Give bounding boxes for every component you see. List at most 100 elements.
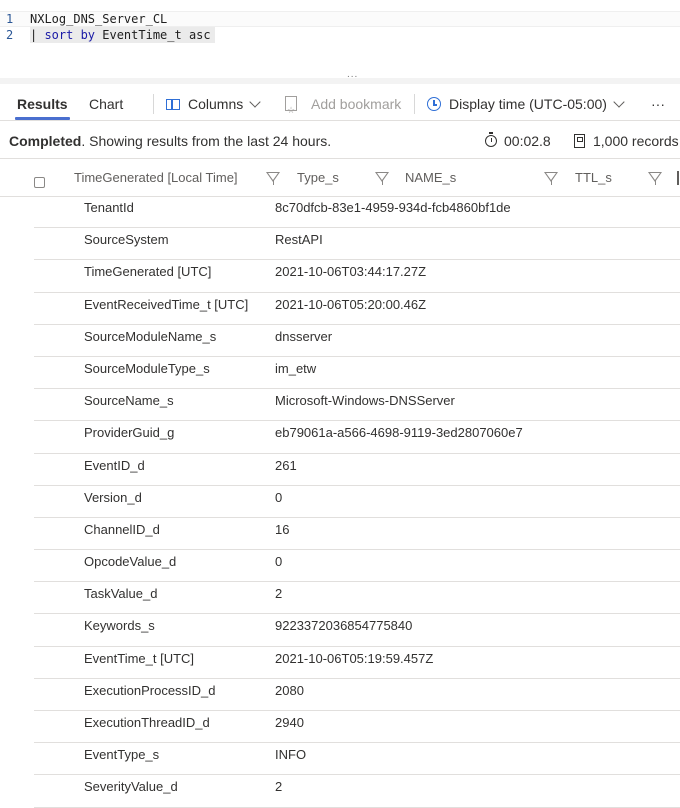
code-text: NXLog_DNS_Server_CL: [30, 12, 168, 26]
detail-row[interactable]: ExecutionThreadID_d 2940: [34, 711, 680, 744]
field-value[interactable]: 9223372036854775840: [275, 614, 412, 637]
query-editor[interactable]: 1 NXLog_DNS_Server_CL 2 | sort by EventT…: [0, 0, 680, 78]
duration-value: 00:02.8: [504, 133, 551, 149]
field-name: ChannelID_d: [84, 521, 160, 537]
record-detail-list: TenantId 8c70dfcb-83e1-4959-934d-fcb4860b…: [34, 196, 680, 808]
keyword: sort by: [44, 28, 96, 42]
field-value[interactable]: 16: [275, 518, 289, 541]
truncated-column-header: [677, 171, 679, 185]
detail-row[interactable]: SourceName_s Microsoft-Windows-DNSServer: [34, 389, 680, 422]
field-value[interactable]: im_etw: [275, 357, 316, 380]
detail-row[interactable]: Keywords_s 9223372036854775840: [34, 614, 680, 647]
field-value[interactable]: 2080: [275, 679, 304, 702]
bookmark-icon: [285, 94, 297, 126]
field-value[interactable]: RestAPI: [275, 228, 323, 251]
status-completed: Completed: [9, 133, 82, 149]
filter-icon-stem: [273, 180, 275, 185]
detail-row[interactable]: ExecutionProcessID_d 2080: [34, 679, 680, 711]
filter-icon-stem: [551, 180, 553, 185]
stopwatch-icon: [485, 132, 497, 147]
field-value[interactable]: 0: [275, 486, 282, 509]
results-toolbar: Results Chart Columns Add bookmark Displ…: [0, 88, 680, 126]
clock-icon: [427, 97, 441, 111]
field-name: SourceName_s: [84, 393, 174, 409]
grid-header: TimeGenerated [Local Time] Type_s NAME_s…: [0, 160, 680, 197]
detail-row[interactable]: SourceModuleName_s dnsserver: [34, 325, 680, 357]
field-name: Version_d: [84, 489, 142, 505]
toolbar-divider: [153, 94, 154, 114]
status-detail: . Showing results from the last 24 hours…: [81, 133, 332, 149]
display-time-label: Display time (UTC-05:00): [449, 96, 607, 112]
record-count: 1,000 records: [574, 124, 679, 158]
code-line-1[interactable]: 1 NXLog_DNS_Server_CL: [0, 11, 680, 27]
detail-row[interactable]: EventType_s INFO: [34, 743, 680, 776]
field-value[interactable]: 261: [275, 454, 297, 477]
tab-chart[interactable]: Chart: [89, 88, 123, 118]
detail-row[interactable]: EventTime_t [UTC] 2021-10-06T05:19:59.457…: [34, 647, 680, 679]
detail-row[interactable]: SourceModuleType_s im_etw: [34, 357, 680, 390]
code-text: | sort by EventTime_t asc: [30, 27, 215, 43]
field-name: ExecutionThreadID_d: [84, 715, 210, 730]
field-value[interactable]: 8c70dfcb-83e1-4959-934d-fcb4860bf1de: [275, 196, 511, 219]
select-all-checkbox[interactable]: [34, 177, 45, 188]
detail-row[interactable]: ProviderGuid_g eb79061a-a566-4698-9119-3e…: [34, 421, 680, 454]
columns-button[interactable]: Columns: [166, 88, 261, 120]
detail-row[interactable]: TenantId 8c70dfcb-83e1-4959-934d-fcb4860b…: [34, 196, 680, 229]
field-value[interactable]: 0: [275, 550, 282, 573]
query-status-bar: Completed. Showing results from the last…: [0, 124, 680, 159]
more-options-button[interactable]: ···: [651, 88, 665, 120]
field-name: TaskValue_d: [84, 586, 158, 602]
code-line-2[interactable]: 2 | sort by EventTime_t asc: [0, 27, 680, 43]
detail-row[interactable]: SourceSystem RestAPI: [34, 228, 680, 261]
filter-icon-stem: [655, 180, 657, 185]
filter-icon-stem: [382, 180, 384, 185]
code-rest: EventTime_t asc: [95, 28, 211, 42]
column-header-timegenerated[interactable]: TimeGenerated [Local Time]: [74, 160, 238, 196]
detail-row[interactable]: TimeGenerated [UTC] 2021-10-06T03:44:17.2…: [34, 260, 680, 293]
field-value[interactable]: INFO: [275, 743, 306, 766]
detail-row[interactable]: EventReceivedTime_t [UTC] 2021-10-06T05:2…: [34, 293, 680, 325]
field-value[interactable]: 2021-10-06T03:44:17.27Z: [275, 260, 426, 283]
field-value[interactable]: 2940: [275, 711, 304, 734]
columns-label: Columns: [188, 96, 244, 112]
field-name: ExecutionProcessID_d: [84, 682, 216, 698]
field-name: EventTime_t [UTC]: [84, 650, 195, 666]
field-name: EventType_s: [84, 747, 160, 763]
chevron-down-icon: [249, 96, 261, 108]
pane-splitter[interactable]: [0, 78, 680, 84]
detail-row[interactable]: ChannelID_d 16: [34, 518, 680, 551]
field-value[interactable]: dnsserver: [275, 325, 332, 348]
field-name: TimeGenerated [UTC]: [84, 264, 212, 280]
add-bookmark-button[interactable]: Add bookmark: [285, 88, 402, 126]
detail-row[interactable]: EventID_d 261: [34, 454, 680, 486]
column-header-ttl[interactable]: TTL_s: [575, 160, 612, 196]
field-name: TenantId: [84, 200, 134, 215]
detail-row[interactable]: SeverityValue_d 2: [34, 775, 680, 808]
display-time-dropdown[interactable]: Display time (UTC-05:00): [427, 88, 625, 120]
column-header-type[interactable]: Type_s: [297, 160, 339, 196]
splitter-handle-icon[interactable]: ...: [347, 69, 358, 80]
field-value[interactable]: 2: [275, 582, 282, 605]
columns-icon: [166, 99, 180, 110]
status-message: Completed. Showing results from the last…: [9, 124, 331, 158]
field-value[interactable]: eb79061a-a566-4698-9119-3ed2807060e7: [275, 421, 523, 444]
field-name: SeverityValue_d: [84, 779, 178, 795]
add-bookmark-label: Add bookmark: [311, 96, 402, 112]
records-icon: [574, 134, 585, 148]
records-value: 1,000 records: [593, 133, 679, 149]
tab-results[interactable]: Results: [15, 88, 70, 120]
chevron-down-icon: [613, 96, 625, 108]
field-value[interactable]: Microsoft-Windows-DNSServer: [275, 389, 455, 412]
detail-row[interactable]: Version_d 0: [34, 486, 680, 518]
field-name: SourceModuleType_s: [84, 360, 210, 376]
detail-row[interactable]: OpcodeValue_d 0: [34, 550, 680, 583]
field-name: OpcodeValue_d: [84, 554, 177, 570]
field-name: SourceSystem: [84, 232, 169, 248]
field-value[interactable]: 2021-10-06T05:19:59.457Z: [275, 647, 433, 670]
column-header-name[interactable]: NAME_s: [405, 160, 456, 196]
field-value[interactable]: 2: [275, 775, 282, 798]
detail-row[interactable]: TaskValue_d 2: [34, 582, 680, 615]
field-name: ProviderGuid_g: [84, 425, 175, 441]
query-duration: 00:02.8: [485, 124, 551, 158]
field-value[interactable]: 2021-10-06T05:20:00.46Z: [275, 293, 426, 316]
